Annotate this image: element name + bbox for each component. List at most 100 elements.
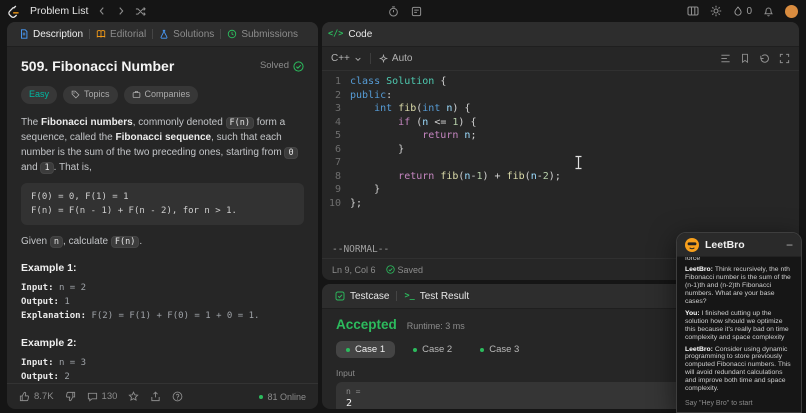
code-editor[interactable]: 12345678910 class Solution {public: int … — [322, 71, 799, 244]
chat-message: You: I finished cutting up the solution … — [685, 310, 793, 342]
topbar-left: Problem List — [8, 5, 146, 18]
case-tab[interactable]: Case 3 — [470, 341, 529, 358]
code-line[interactable]: return n; — [350, 129, 799, 143]
case-tab[interactable]: Case 2 — [403, 341, 462, 358]
flame-icon — [733, 6, 743, 17]
problem-title: 509. Fibonacci Number — [21, 56, 174, 77]
thumbs-up-icon — [19, 391, 30, 402]
topbar-center — [388, 0, 422, 22]
result-status: Accepted — [336, 317, 397, 332]
code-line[interactable]: return fib(n-1) + fib(n-2); — [350, 170, 799, 184]
leetbro-header: LeetBro − — [677, 233, 801, 257]
tab-label: Submissions — [241, 29, 298, 40]
feedback-button[interactable] — [172, 391, 183, 402]
layout-icon[interactable] — [687, 5, 699, 17]
tab-label: Editorial — [110, 29, 146, 40]
comments-button[interactable]: 130 — [87, 391, 118, 402]
online-count: 81 Online — [267, 392, 306, 402]
difficulty-badge[interactable]: Easy — [21, 86, 57, 104]
auto-toggle[interactable]: Auto — [379, 53, 413, 64]
output-label: Output: — [21, 372, 59, 382]
code-line[interactable]: int fib(int n) { — [350, 102, 799, 116]
runtime-label: Runtime: 3 ms — [407, 321, 465, 331]
language-selector[interactable]: C++ — [331, 53, 362, 64]
leetcode-logo[interactable] — [8, 5, 21, 18]
like-count: 8.7K — [34, 391, 54, 402]
line-number: 5 — [322, 129, 341, 143]
code-line[interactable]: if (n <= 1) { — [350, 116, 799, 130]
user-avatar[interactable] — [785, 5, 798, 18]
topics-label: Topics — [84, 88, 110, 102]
saved-label: Saved — [398, 265, 424, 275]
undo-icon[interactable] — [759, 53, 770, 64]
editor-lines[interactable]: class Solution {public: int fib(int n) {… — [350, 75, 799, 244]
submissions-history-icon — [227, 29, 237, 39]
description-panel: Description Editorial Solutions Submissi… — [7, 22, 318, 409]
editor-toolbar: C++ Auto — [322, 47, 799, 71]
case-tab[interactable]: Case 1 — [336, 341, 395, 358]
cursor-position: Ln 9, Col 6 — [332, 265, 376, 275]
code-line[interactable] — [350, 156, 799, 170]
question-icon — [172, 391, 183, 402]
problem-list-link[interactable]: Problem List — [30, 5, 88, 17]
tab-submissions[interactable]: Submissions — [221, 22, 304, 46]
problem-description: The Fibonacci numbers, commonly denoted … — [21, 115, 304, 175]
favorite-button[interactable] — [128, 391, 139, 402]
code-panel-header: </> Code — [322, 22, 799, 47]
online-indicator: 81 Online — [259, 392, 306, 402]
tab-solutions[interactable]: Solutions — [153, 22, 220, 46]
line-number: 2 — [322, 89, 341, 103]
example-1: Example 1: Input: n = 2 Output: 1 Explan… — [21, 261, 304, 324]
solved-label: Solved — [260, 59, 289, 73]
chat-message: force — [685, 257, 793, 262]
code-line[interactable]: } — [350, 183, 799, 197]
bookmark-icon[interactable] — [740, 53, 750, 64]
line-number: 3 — [322, 102, 341, 116]
companies-pill[interactable]: Companies — [124, 86, 199, 104]
format-code-icon[interactable] — [720, 53, 731, 64]
language-label: C++ — [331, 53, 350, 64]
code-line[interactable]: }; — [350, 197, 799, 211]
code-tab[interactable]: Code — [348, 29, 372, 40]
example-2: Example 2: Input: n = 3 Output: 2 Explan… — [21, 336, 304, 383]
notes-icon[interactable] — [411, 6, 422, 17]
like-button[interactable]: 8.7K — [19, 391, 54, 402]
briefcase-icon — [132, 90, 141, 99]
tag-row: Easy Topics Companies — [21, 86, 304, 104]
leetbro-widget: LeetBro − forceLeetBro: Think recursivel… — [676, 232, 802, 413]
next-problem-button[interactable] — [116, 6, 126, 16]
tab-description[interactable]: Description — [13, 22, 89, 46]
code-line[interactable]: } — [350, 143, 799, 157]
tab-test-result[interactable]: >_ Test Result — [397, 291, 476, 302]
dislike-button[interactable] — [65, 391, 76, 402]
topbar: Problem List 0 — [0, 0, 806, 22]
share-button[interactable] — [150, 391, 161, 402]
code-line[interactable]: public: — [350, 89, 799, 103]
minimize-button[interactable]: − — [786, 239, 793, 251]
thumbs-down-icon — [65, 391, 76, 402]
case-pass-dot — [346, 348, 350, 352]
shuffle-icon[interactable] — [135, 6, 146, 17]
editorial-book-icon — [96, 29, 106, 39]
solved-badge: Solved — [260, 59, 304, 73]
expand-icon[interactable] — [779, 53, 790, 64]
test-result-tab-label: Test Result — [420, 291, 469, 302]
notifications-bell-icon[interactable] — [763, 5, 774, 17]
tab-testcase[interactable]: Testcase — [328, 291, 396, 302]
code-line[interactable]: class Solution { — [350, 75, 799, 89]
topics-pill[interactable]: Topics — [63, 86, 118, 104]
streak-counter[interactable]: 0 — [733, 6, 752, 17]
line-number: 1 — [322, 75, 341, 89]
line-number: 9 — [322, 183, 341, 197]
timer-icon[interactable] — [388, 6, 399, 17]
settings-gear-icon[interactable] — [710, 5, 722, 17]
auto-label: Auto — [392, 53, 413, 64]
tab-editorial[interactable]: Editorial — [90, 22, 152, 46]
prev-problem-button[interactable] — [97, 6, 107, 16]
input-label: Input: — [21, 283, 54, 293]
input-value: n = 3 — [59, 358, 86, 368]
chevron-down-icon — [354, 55, 362, 63]
formula-line: F(0) = 0, F(1) = 1 — [31, 190, 294, 204]
example-title: Example 1: — [21, 261, 304, 277]
tab-label: Description — [33, 29, 83, 40]
